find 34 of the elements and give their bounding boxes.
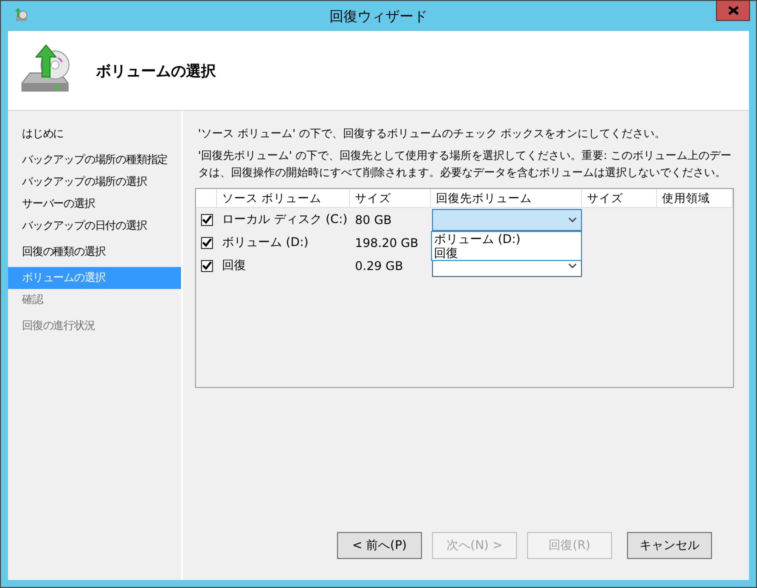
checkbox[interactable] — [201, 214, 213, 226]
instruction-text: 'ソース ボリューム' の下で、回復するボリュームのチェック ボックスをオンにしてください。 — [198, 126, 667, 142]
checkbox[interactable] — [201, 260, 213, 272]
table-cell-text: 回復 — [221, 257, 247, 274]
column-header[interactable]: ソース ボリューム — [217, 189, 350, 207]
table-cell-text: ローカル ディスク (C:) — [221, 211, 348, 228]
close-icon — [728, 6, 738, 15]
wizard-button[interactable]: < 前へ(P) — [337, 532, 422, 559]
table-cell-text: 0.29 GB — [354, 258, 404, 272]
window-title: 回復ウィザード — [330, 8, 428, 26]
dropdown-option[interactable]: ボリューム (D:) — [432, 232, 581, 246]
dropdown-option[interactable]: 回復 — [432, 246, 581, 260]
instruction-text: '回復先ボリューム' の下で、回復先として使用する場所を選択してください。重要: このボリューム上のデータは、回復操作の開始時にすべて削除されます。必要なデータを含むボリュームは選択しないでください。 — [198, 148, 733, 181]
wizard-button[interactable]: キャンセル — [627, 532, 712, 559]
step-item[interactable]: 回復の種類の選択 — [8, 241, 181, 263]
table-cell-text: 80 GB — [354, 212, 393, 226]
close-button[interactable] — [716, 0, 750, 21]
step-item[interactable]: サーバーの選択 — [8, 193, 181, 215]
column-header[interactable]: サイズ — [582, 189, 657, 207]
column-header[interactable]: 使用領域 — [657, 189, 733, 207]
caret-icon — [568, 216, 577, 222]
column-header[interactable]: サイズ — [350, 189, 431, 207]
table-cell-text: ボリューム (D:) — [221, 234, 310, 251]
backup-icon — [13, 7, 29, 23]
step-item[interactable]: バックアップの日付の選択 — [8, 215, 181, 237]
checkbox[interactable] — [201, 236, 213, 248]
table-cell-text: 198.20 GB — [354, 236, 420, 250]
step-item[interactable]: バックアップの場所の種類指定 — [8, 149, 181, 171]
step-item[interactable]: はじめに — [8, 123, 181, 145]
volume-dropdown[interactable] — [432, 208, 582, 230]
caret-icon — [568, 262, 577, 268]
page-title: ボリュームの選択 — [96, 62, 216, 81]
column-header[interactable]: 回復先ボリューム — [431, 189, 582, 207]
step-item[interactable]: バックアップの場所の選択 — [8, 171, 181, 193]
